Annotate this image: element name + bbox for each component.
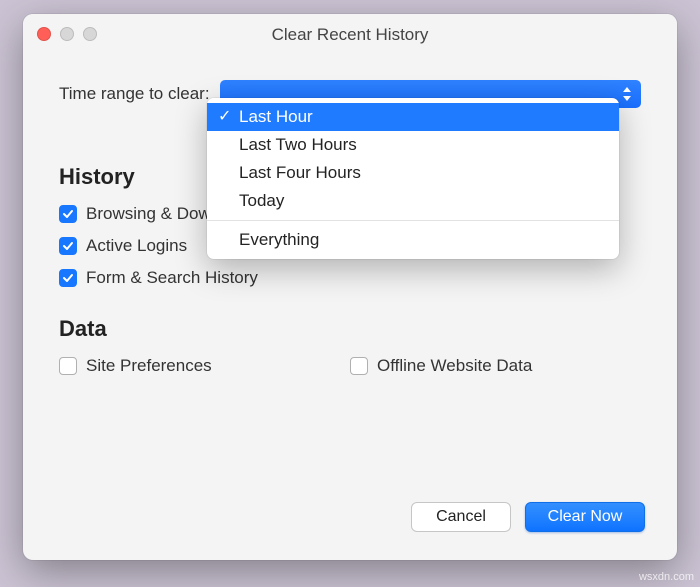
traffic-lights: [37, 27, 97, 41]
checkbox-row-site-prefs[interactable]: Site Preferences: [59, 356, 350, 376]
time-range-dropdown[interactable]: Last Hour Last Two Hours Last Four Hours…: [207, 98, 619, 259]
data-col-left: Site Preferences: [59, 356, 350, 376]
data-col-right: Offline Website Data: [350, 356, 641, 376]
dropdown-option-last-hour[interactable]: Last Hour: [207, 103, 619, 131]
data-checkboxes: Site Preferences Offline Website Data: [59, 356, 641, 376]
section-heading-data: Data: [59, 316, 641, 342]
zoom-icon: [83, 27, 97, 41]
watermark: wsxdn.com: [639, 571, 694, 583]
checkbox-row-form-search[interactable]: Form & Search History: [59, 268, 350, 288]
close-icon[interactable]: [37, 27, 51, 41]
dropdown-option-everything[interactable]: Everything: [207, 226, 619, 254]
checkbox[interactable]: [59, 269, 77, 287]
cancel-button[interactable]: Cancel: [411, 502, 511, 532]
checkbox[interactable]: [59, 205, 77, 223]
checkbox-label: Site Preferences: [86, 356, 212, 376]
titlebar: Clear Recent History: [23, 14, 677, 56]
checkbox[interactable]: [59, 237, 77, 255]
checkbox[interactable]: [350, 357, 368, 375]
time-range-label: Time range to clear:: [59, 84, 210, 104]
checkbox[interactable]: [59, 357, 77, 375]
dialog-buttons: Cancel Clear Now: [411, 502, 645, 532]
dropdown-option-today[interactable]: Today: [207, 187, 619, 215]
checkbox-label: Active Logins: [86, 236, 187, 256]
dropdown-option-last-four-hours[interactable]: Last Four Hours: [207, 159, 619, 187]
dialog-window: Clear Recent History Time range to clear…: [23, 14, 677, 560]
checkbox-label: Offline Website Data: [377, 356, 532, 376]
clear-now-button[interactable]: Clear Now: [525, 502, 645, 532]
window-title: Clear Recent History: [272, 25, 429, 45]
checkbox-label: Form & Search History: [86, 268, 258, 288]
dropdown-separator: [207, 220, 619, 221]
minimize-icon: [60, 27, 74, 41]
chevron-updown-icon: [621, 87, 633, 101]
checkbox-row-offline-data[interactable]: Offline Website Data: [350, 356, 641, 376]
dropdown-option-last-two-hours[interactable]: Last Two Hours: [207, 131, 619, 159]
